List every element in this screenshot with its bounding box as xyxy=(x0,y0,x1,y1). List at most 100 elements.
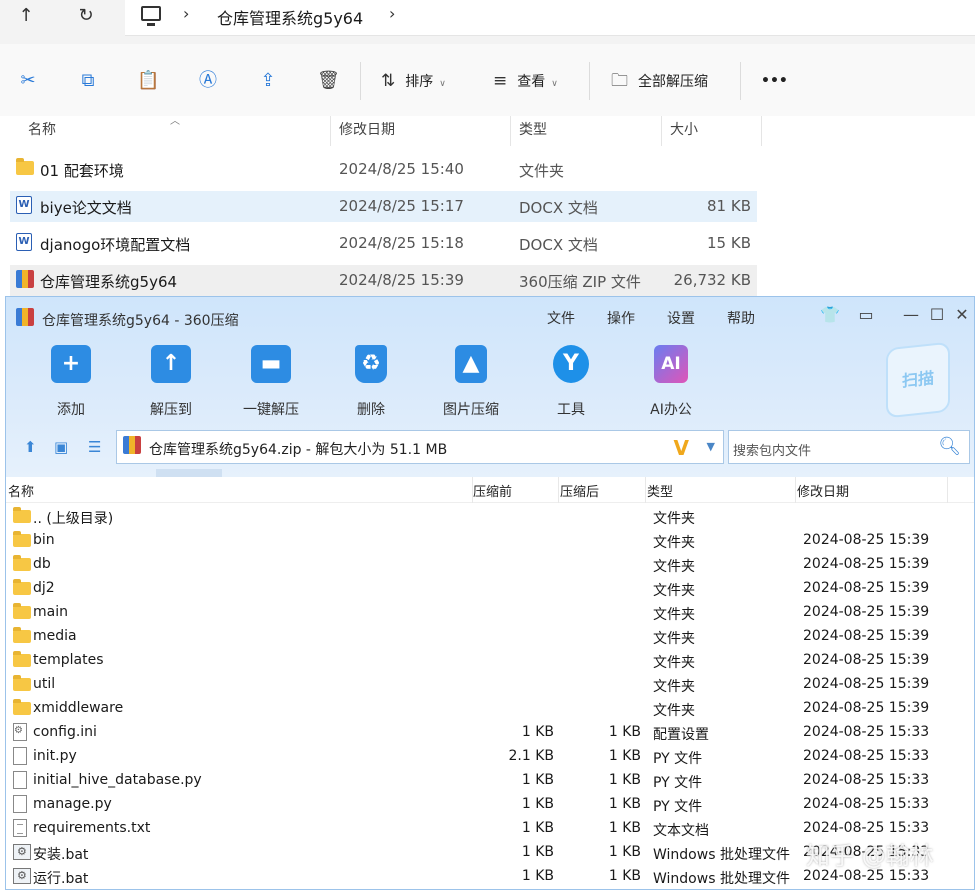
file-size-after: 1 KB xyxy=(608,748,641,764)
extract-to-label: 解压到 xyxy=(150,402,192,418)
chevron-down-icon: ∨ xyxy=(551,79,558,89)
file-modified: 2024-08-25 15:39 xyxy=(803,532,930,548)
copy-icon[interactable]: ⧉ xyxy=(77,70,99,92)
file-modified: 2024/8/25 15:40 xyxy=(339,160,464,178)
feedback-icon[interactable]: ▭ xyxy=(855,305,877,324)
word-document-icon: W xyxy=(16,233,32,251)
file-name: xmiddleware xyxy=(33,700,124,716)
chevron-down-icon[interactable]: ▼ xyxy=(707,440,715,453)
column-header-name[interactable]: 名称 xyxy=(8,481,34,500)
archive-file-row[interactable]: initial_hive_database.py 1 KB 1 KB PY 文件 202… xyxy=(6,769,974,793)
folder-icon xyxy=(13,555,31,571)
menu-operate[interactable]: 操作 xyxy=(607,308,635,328)
explorer-file-row[interactable]: W djanogo环境配置文档 2024/8/25 15:18 DOCX 文档 … xyxy=(10,228,757,259)
file-modified: 2024-08-25 15:39 xyxy=(803,604,930,620)
column-header-before[interactable]: 压缩前 xyxy=(473,481,512,500)
one-click-extract-label: 一键解压 xyxy=(243,402,299,418)
archive-window: 仓库管理系统g5y64 - 360压缩 文件 操作 设置 帮助 👕 ▭ — ☐ … xyxy=(5,296,975,890)
archive-file-row[interactable]: main 文件夹 2024-08-25 15:39 xyxy=(6,601,974,625)
column-divider xyxy=(645,477,646,503)
archive-search-input[interactable]: 搜索包内文件 🔍︎ xyxy=(728,430,970,464)
file-name: initial_hive_database.py xyxy=(33,772,202,788)
sort-button[interactable]: ⇅ 排序 ∨ xyxy=(381,70,446,92)
extract-to-button[interactable]: ↑ 解压到 xyxy=(129,345,213,419)
archive-file-row[interactable]: db 文件夹 2024-08-25 15:39 xyxy=(6,553,974,577)
this-pc-icon[interactable] xyxy=(141,6,161,26)
archive-file-row[interactable]: dj2 文件夹 2024-08-25 15:39 xyxy=(6,577,974,601)
share-icon[interactable]: ⇪ xyxy=(257,70,279,92)
tools-button[interactable]: Y 工具 xyxy=(529,345,613,419)
archive-file-row[interactable]: manage.py 1 KB 1 KB PY 文件 2024-08-25 15:33 xyxy=(6,793,974,817)
column-header-type[interactable]: 类型 xyxy=(647,481,673,500)
column-header-after[interactable]: 压缩后 xyxy=(560,481,599,500)
refresh-icon[interactable]: ↻ xyxy=(71,5,101,27)
explorer-file-row[interactable]: 01 配套环境 2024/8/25 15:40 文件夹 xyxy=(10,154,757,185)
explorer-file-row[interactable]: W biye论文文档 2024/8/25 15:17 DOCX 文档 81 KB xyxy=(10,191,757,222)
archive-file-row[interactable]: templates 文件夹 2024-08-25 15:39 xyxy=(6,649,974,673)
archive-file-row[interactable]: util 文件夹 2024-08-25 15:39 xyxy=(6,673,974,697)
file-modified: 2024-08-25 15:39 xyxy=(803,580,930,596)
menu-file[interactable]: 文件 xyxy=(547,308,575,328)
column-size-label: 大小 xyxy=(670,122,698,138)
search-icon[interactable]: 🔍︎ xyxy=(938,436,961,457)
one-click-extract-button[interactable]: ▬ 一键解压 xyxy=(229,345,313,419)
skin-icon[interactable]: 👕 xyxy=(819,305,841,324)
column-header-type[interactable]: 类型 xyxy=(511,116,662,146)
scan-button[interactable]: 扫描 xyxy=(886,341,950,419)
chevron-right-icon[interactable]: › xyxy=(183,4,189,23)
file-type: 文件夹 xyxy=(653,679,695,695)
rename-icon[interactable]: Ⓐ xyxy=(197,70,219,92)
archive-file-row[interactable]: .. (上级目录) 文件夹 xyxy=(6,505,974,529)
extract-all-button[interactable]: 🗀 全部解压缩 xyxy=(611,70,708,92)
column-header-size[interactable]: 大小 xyxy=(662,116,762,146)
maximize-icon[interactable]: ☐ xyxy=(926,305,948,324)
up-level-icon[interactable]: ⬆ xyxy=(24,438,37,456)
explorer-file-row[interactable]: 仓库管理系统g5y64 2024/8/25 15:39 360压缩 ZIP 文件… xyxy=(10,265,757,296)
add-button[interactable]: + 添加 xyxy=(29,345,113,419)
archive-file-row[interactable]: media 文件夹 2024-08-25 15:39 xyxy=(6,625,974,649)
v-logo-icon[interactable]: V xyxy=(674,436,689,460)
archive-file-row[interactable]: config.ini 1 KB 1 KB 配置设置 2024-08-25 15:33 xyxy=(6,721,974,745)
file-name: .. (上级目录) xyxy=(33,511,114,527)
toolbar-divider xyxy=(589,62,590,100)
list-view-icon[interactable]: ☰ xyxy=(88,438,101,456)
up-arrow-icon[interactable]: ↑ xyxy=(11,5,41,27)
column-divider xyxy=(947,477,948,503)
delete-label: 删除 xyxy=(357,402,385,418)
file-modified: 2024-08-25 15:33 xyxy=(803,772,930,788)
menu-settings[interactable]: 设置 xyxy=(667,308,695,328)
archive-file-row[interactable]: init.py 2.1 KB 1 KB PY 文件 2024-08-25 15:33 xyxy=(6,745,974,769)
tools-icon: Y xyxy=(553,345,589,383)
file-type: Windows 批处理文件 xyxy=(653,847,790,863)
breadcrumb[interactable]: 仓库管理系统g5y64 xyxy=(217,5,363,29)
ai-office-button[interactable]: AI AI办公 xyxy=(629,345,713,419)
view-button[interactable]: ≡ 查看 ∨ xyxy=(493,70,558,92)
python-file-icon xyxy=(13,795,27,813)
archive-file-row[interactable]: xmiddleware 文件夹 2024-08-25 15:39 xyxy=(6,697,974,721)
image-compress-button[interactable]: ▲ 图片压缩 xyxy=(429,345,513,419)
more-options-button[interactable]: ••• xyxy=(761,70,788,92)
folder-icon xyxy=(16,158,34,175)
archive-file-row[interactable]: bin 文件夹 2024-08-25 15:39 xyxy=(6,529,974,553)
file-size-after: 1 KB xyxy=(608,844,641,860)
file-name: dj2 xyxy=(33,580,55,596)
file-modified: 2024/8/25 15:18 xyxy=(339,234,464,252)
file-modified: 2024-08-25 15:39 xyxy=(803,676,930,692)
paste-icon[interactable]: 📋 xyxy=(137,70,159,92)
file-name: 01 配套环境 xyxy=(40,162,124,180)
menu-help[interactable]: 帮助 xyxy=(727,308,755,328)
minimize-icon[interactable]: — xyxy=(900,305,922,324)
archive-path-field[interactable]: 仓库管理系统g5y64.zip - 解包大小为 51.1 MB V ▼ xyxy=(116,430,724,464)
delete-icon[interactable]: 🗑 xyxy=(317,70,340,92)
python-file-icon xyxy=(13,747,27,765)
cut-icon[interactable]: ✂ xyxy=(17,70,39,92)
file-size-before: 1 KB xyxy=(521,820,554,836)
close-icon[interactable]: ✕ xyxy=(951,305,973,324)
chevron-right-icon[interactable]: › xyxy=(389,4,395,23)
delete-button[interactable]: ♻ 删除 xyxy=(329,345,413,419)
column-header-modified[interactable]: 修改日期 xyxy=(797,481,849,500)
file-type: 360压缩 ZIP 文件 xyxy=(519,273,641,291)
column-header-modified[interactable]: 修改日期 xyxy=(331,116,511,146)
thumbnail-view-icon[interactable]: ▣ xyxy=(54,438,68,456)
address-bar[interactable]: › 仓库管理系统g5y64 › xyxy=(125,0,975,36)
